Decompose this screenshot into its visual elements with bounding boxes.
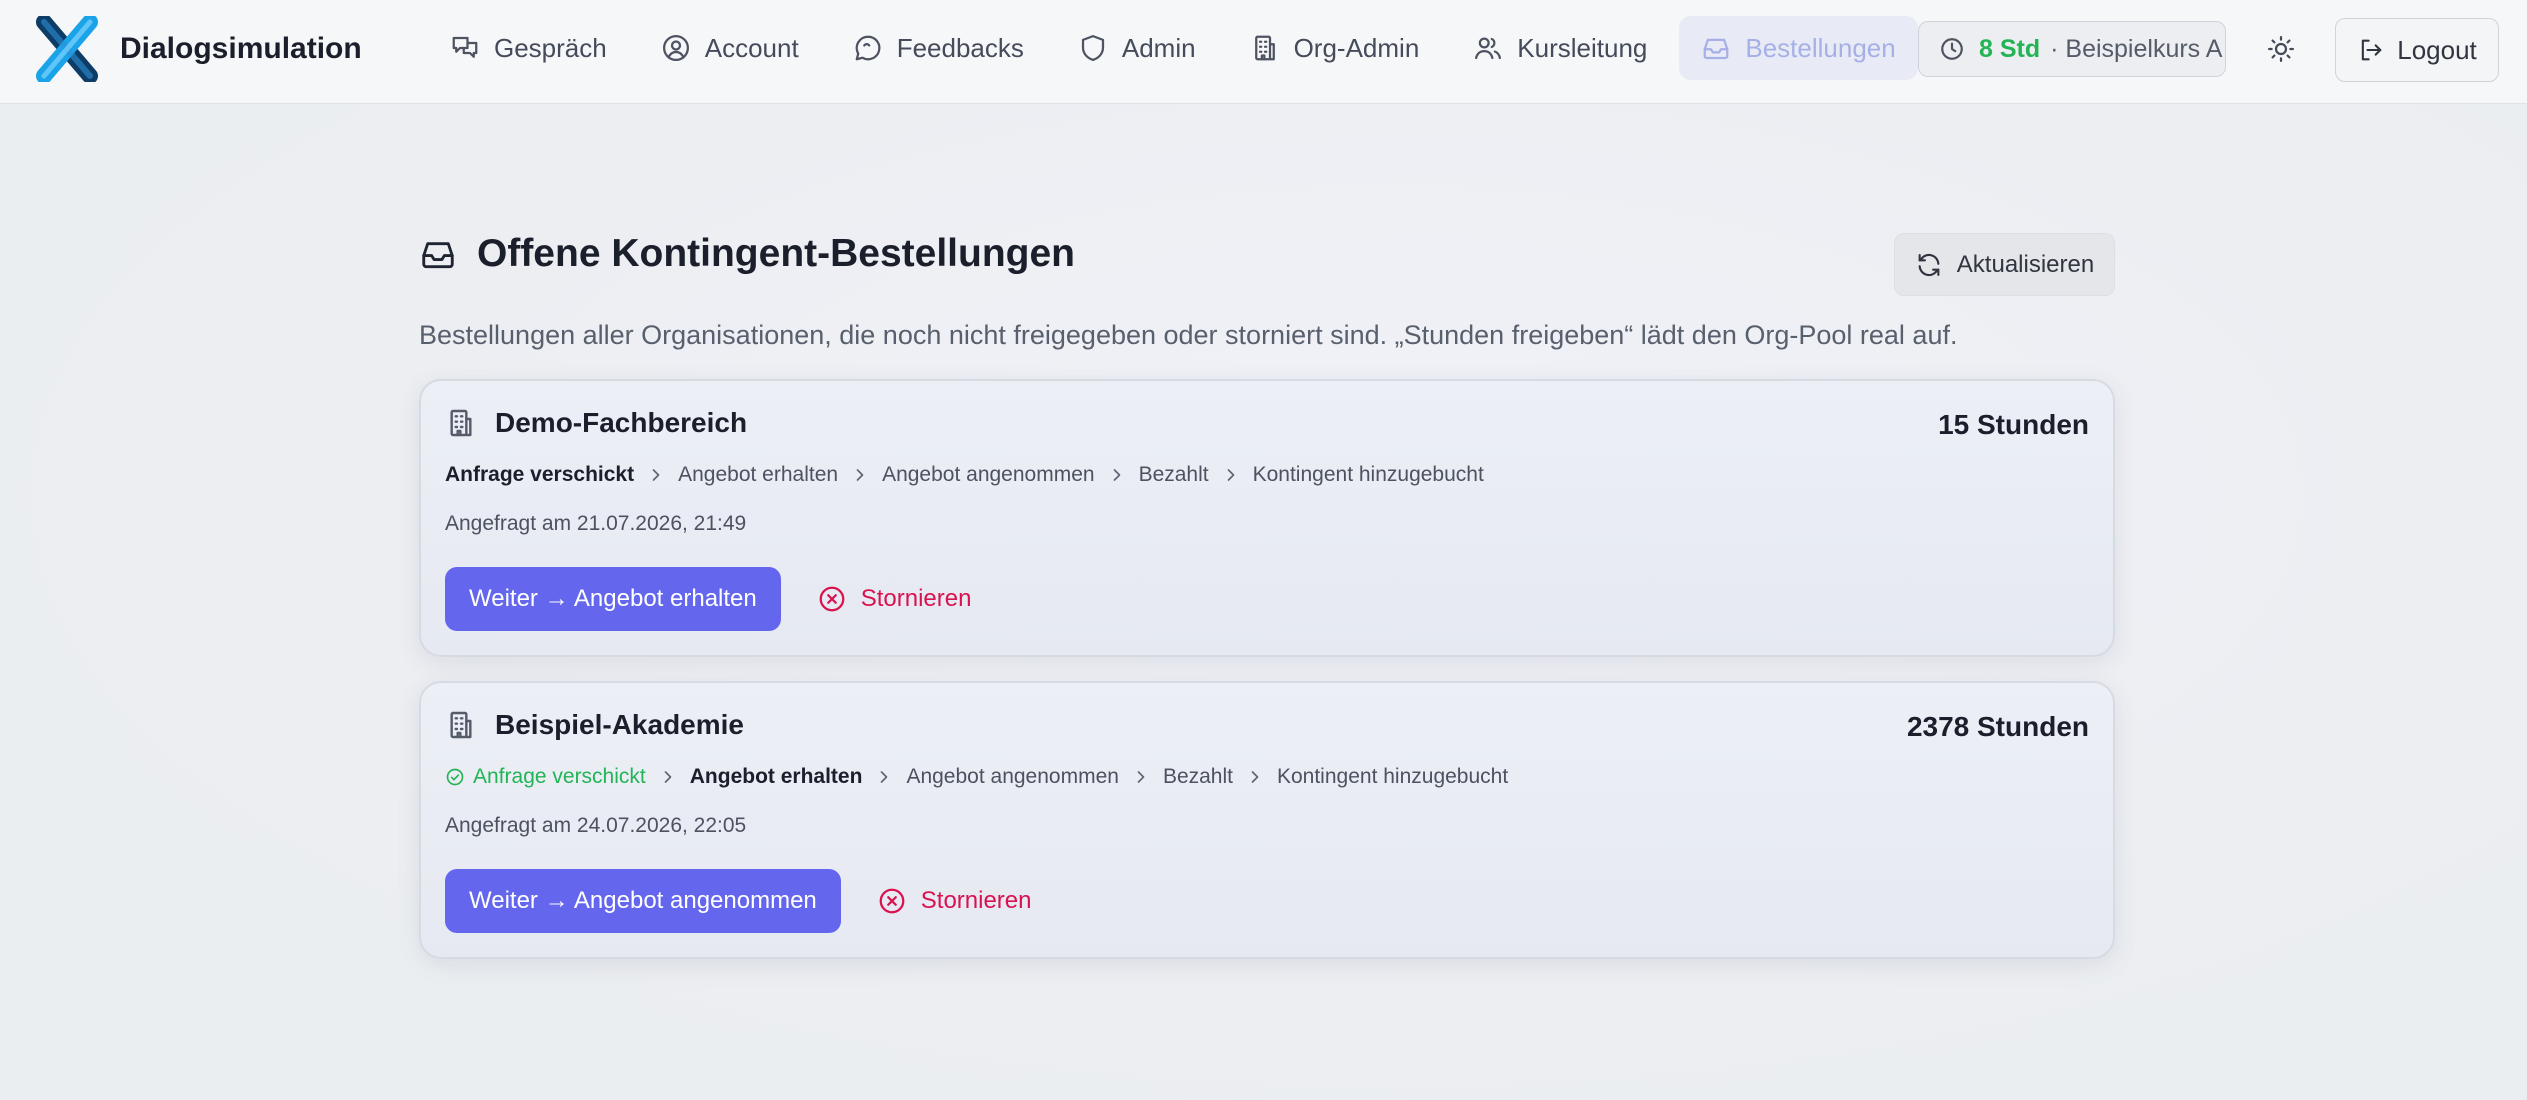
- shield-icon: [1081, 35, 1104, 61]
- step-angebot-angenommen: Angebot angenommen: [882, 463, 1095, 487]
- order-org-name: Demo-Fachbereich: [495, 407, 748, 438]
- order-requested-date: Angefragt am 21.07.2026, 21:49: [445, 512, 747, 535]
- order-progress-steps: Anfrage verschickt Angebot erhalten Ange…: [445, 463, 1484, 487]
- clock-icon: [1941, 38, 1963, 60]
- sun-icon: [2268, 36, 2294, 62]
- nav-item-account[interactable]: Account: [639, 16, 821, 80]
- nav-label: Feedbacks: [896, 32, 1024, 63]
- logout-icon: [2362, 39, 2382, 61]
- step-anfrage-verschickt: Anfrage verschickt: [445, 765, 646, 789]
- check-circle-icon: [446, 768, 464, 786]
- step-label: Angebot angenommen: [906, 765, 1119, 788]
- page-title: Offene Kontingent-Bestellungen: [477, 232, 1075, 275]
- app-name: Dialogsimulation: [120, 32, 362, 65]
- refresh-button[interactable]: Aktualisieren: [1894, 233, 2115, 296]
- chevron-right-icon: [1113, 469, 1120, 481]
- chevron-right-icon: [664, 771, 672, 783]
- advance-status-button[interactable]: Weiter → Angebot angenommen: [445, 869, 841, 933]
- nav-item-feedbacks[interactable]: Feedbacks: [831, 16, 1046, 80]
- order-requested-date: Angefragt am 24.07.2026, 22:05: [445, 814, 747, 837]
- advance-status-button[interactable]: Weiter → Angebot erhalten: [445, 567, 781, 631]
- x-logo-icon: [36, 16, 98, 82]
- step-label: Angebot erhalten: [678, 463, 839, 486]
- nav-item-admin[interactable]: Admin: [1056, 16, 1218, 80]
- building-icon: [450, 409, 472, 437]
- users-icon: [1475, 37, 1502, 60]
- logout-label: Logout: [2397, 34, 2477, 65]
- nav-label: Admin: [1121, 32, 1196, 63]
- user-circle-icon: [662, 35, 689, 61]
- chevron-right-icon: [881, 771, 888, 783]
- order-hours: 15 Stunden: [1938, 409, 2089, 440]
- step-label: Anfrage verschickt: [473, 765, 646, 788]
- inbox-icon: [422, 242, 454, 269]
- step-label: Angebot erhalten: [689, 765, 863, 788]
- order-card: Demo-Fachbereich 15 Stunden Anfrage vers…: [419, 379, 2115, 657]
- page-header: Offene Kontingent-Bestellungen Aktualisi…: [419, 230, 2115, 298]
- order-hours: 2378 Stunden: [1906, 711, 2089, 742]
- refresh-icon: [1918, 253, 1940, 276]
- order-org: Beispiel-Akademie: [445, 709, 744, 741]
- credit-balance[interactable]: 8 Std · Beispielkurs A: [1918, 21, 2226, 77]
- step-label: Bezahlt: [1162, 765, 1233, 788]
- step-anfrage-verschickt: Anfrage verschickt: [445, 463, 634, 487]
- logout-button[interactable]: Logout: [2335, 18, 2499, 82]
- nav-item-gespraech[interactable]: Gespräch: [428, 16, 629, 80]
- building-icon: [450, 711, 472, 739]
- nav-label: Account: [704, 32, 799, 63]
- nav-label: Gespräch: [494, 32, 607, 63]
- cancel-label: Stornieren: [860, 585, 972, 612]
- order-actions: Weiter → Angebot angenommen Stornieren: [445, 869, 1032, 933]
- main-content: Offene Kontingent-Bestellungen Aktualisi…: [419, 230, 2115, 959]
- step-angebot-angenommen: Angebot angenommen: [906, 765, 1119, 789]
- nav-item-org-admin[interactable]: Org-Admin: [1228, 16, 1442, 80]
- order-org: Demo-Fachbereich: [445, 407, 747, 439]
- theme-toggle-button[interactable]: [2258, 26, 2304, 72]
- refresh-label: Aktualisieren: [1956, 250, 2095, 278]
- cancel-order-button[interactable]: Stornieren: [877, 886, 1032, 916]
- brand[interactable]: Dialogsimulation: [34, 16, 362, 82]
- nav-item-kursleitung[interactable]: Kursleitung: [1451, 16, 1669, 80]
- page-description: Bestellungen aller Organisationen, die n…: [419, 320, 1958, 350]
- x-circle-icon: [819, 586, 845, 612]
- chevron-right-icon: [1251, 771, 1259, 783]
- order-card: Beispiel-Akademie 2378 Stunden Anfrage v…: [419, 681, 2115, 959]
- step-bezahlt: Bezahlt: [1139, 463, 1209, 487]
- cancel-order-button[interactable]: Stornieren: [817, 584, 972, 614]
- chevron-right-icon: [652, 469, 660, 481]
- inbox-icon: [1703, 38, 1729, 60]
- step-bezahlt: Bezahlt: [1163, 765, 1233, 789]
- step-label: Kontingent hinzugebucht: [1252, 463, 1484, 486]
- step-angebot-erhalten: Angebot erhalten: [678, 463, 838, 487]
- chevron-right-icon: [1227, 469, 1234, 481]
- step-angebot-erhalten: Angebot erhalten: [690, 765, 863, 789]
- page-title-group: Offene Kontingent-Bestellungen: [419, 232, 1075, 276]
- step-kontingent-hinzugebucht: Kontingent hinzugebucht: [1253, 463, 1484, 487]
- step-label: Anfrage verschickt: [445, 463, 635, 486]
- nav-label: Org-Admin: [1293, 32, 1420, 63]
- nav-label: Bestellungen: [1745, 32, 1896, 63]
- nav-label: Kursleitung: [1517, 32, 1648, 63]
- top-navigation-bar: Dialogsimulation Gespräch Account Feedba…: [0, 0, 2527, 104]
- step-label: Angebot angenommen: [882, 463, 1095, 486]
- nav-item-bestellungen[interactable]: Bestellungen: [1679, 16, 1918, 80]
- building-icon: [1254, 35, 1275, 61]
- order-actions: Weiter → Angebot erhalten Stornieren: [445, 567, 971, 631]
- credit-course: · Beispielkurs A: [2050, 34, 2223, 63]
- step-label: Kontingent hinzugebucht: [1276, 765, 1509, 788]
- chevron-right-icon: [856, 469, 864, 481]
- message-icon: [855, 35, 881, 61]
- order-org-name: Beispiel-Akademie: [495, 709, 744, 740]
- chevron-right-icon: [1137, 771, 1145, 783]
- credit-hours: 8 Std: [1979, 34, 2041, 63]
- order-progress-steps: Anfrage verschickt Angebot erhalten Ange…: [445, 765, 1508, 789]
- x-circle-icon: [879, 888, 905, 914]
- step-label: Bezahlt: [1138, 463, 1209, 486]
- main-nav: Gespräch Account Feedbacks Admin Org-Adm…: [428, 16, 1928, 80]
- cancel-label: Stornieren: [920, 887, 1032, 914]
- chat-icon: [452, 36, 478, 58]
- step-kontingent-hinzugebucht: Kontingent hinzugebucht: [1277, 765, 1508, 789]
